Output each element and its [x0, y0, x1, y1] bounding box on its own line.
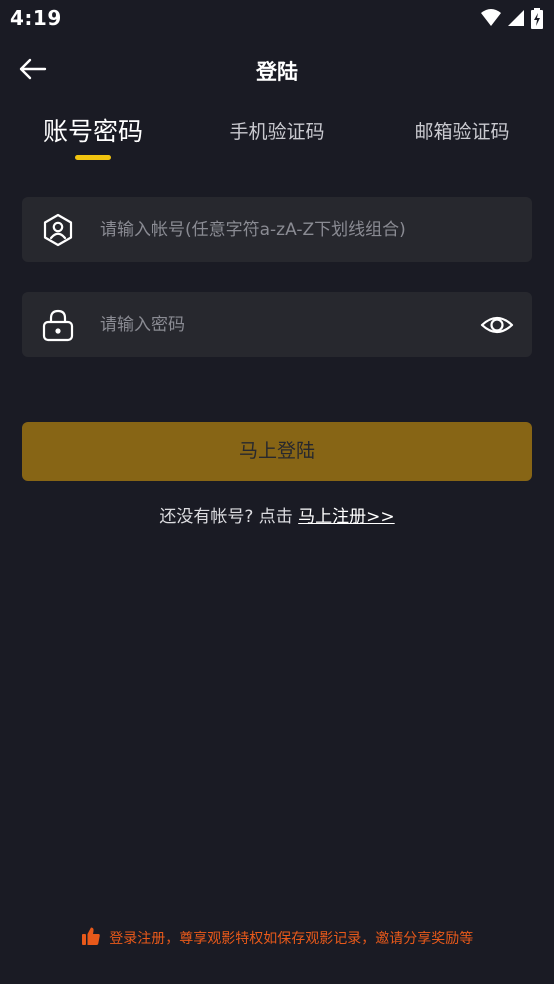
tab-label: 手机验证码	[229, 121, 325, 143]
footer-note: 登录注册，尊享观影特权如保存观影记录，邀请分享奖励等	[0, 926, 554, 948]
signal-icon	[507, 10, 524, 26]
account-field	[22, 197, 532, 262]
page-title: 登陆	[256, 60, 298, 84]
footer-note-text: 登录注册，尊享观影特权如保存观影记录，邀请分享奖励等	[109, 931, 474, 947]
header: 登陆	[0, 44, 554, 96]
active-tab-indicator	[75, 155, 111, 160]
register-link[interactable]: 马上注册>>	[298, 507, 395, 527]
status-bar: 4:19	[0, 0, 554, 38]
tab-label: 账号密码	[42, 117, 143, 146]
account-input[interactable]	[100, 197, 470, 262]
show-password-toggle[interactable]	[480, 308, 514, 342]
tab-label: 邮箱验证码	[414, 121, 510, 143]
password-input[interactable]	[100, 292, 470, 357]
tab-account-password[interactable]: 账号密码	[40, 108, 146, 164]
lock-icon	[40, 307, 76, 343]
battery-charging-icon	[531, 8, 543, 29]
password-field	[22, 292, 532, 357]
status-icons	[480, 8, 544, 29]
login-method-tabs: 账号密码 手机验证码 邮箱验证码	[0, 108, 554, 168]
status-time: 4:19	[10, 6, 62, 30]
wifi-icon	[480, 9, 501, 26]
user-hexagon-icon	[40, 212, 76, 248]
tab-email-code[interactable]: 邮箱验证码	[406, 108, 518, 164]
eye-icon	[480, 316, 514, 334]
register-prompt: 还没有帐号? 点击	[159, 507, 293, 527]
login-button[interactable]: 马上登陆	[22, 422, 532, 481]
register-row: 还没有帐号? 点击 马上注册>>	[0, 502, 554, 527]
tab-phone-code[interactable]: 手机验证码	[222, 108, 332, 164]
thumbs-up-icon	[81, 927, 100, 945]
